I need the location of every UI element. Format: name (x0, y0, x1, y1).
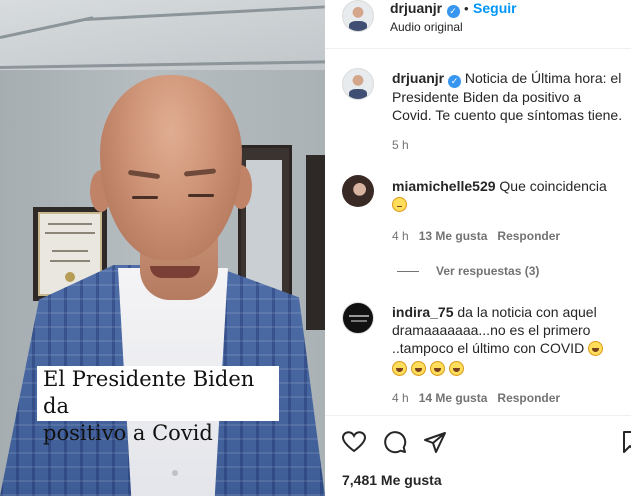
comment-likes[interactable]: 13 Me gusta (419, 229, 488, 243)
comment-text: da la noticia con aquel (457, 304, 597, 320)
shirt-button (172, 470, 178, 476)
comment-username[interactable]: miamichelle529 (392, 178, 496, 194)
comment-meta: 4 h 13 Me gusta Responder (392, 229, 560, 243)
caption-line: positivo a Covid (43, 421, 213, 445)
laughing-emoji-icon (429, 361, 445, 376)
presenter-head (100, 75, 242, 260)
comment-time[interactable]: 4 h (392, 229, 409, 243)
comment-text: ..tampoco el último con COVID (392, 340, 585, 356)
comment-item: miamichelle529 Que coincidencia (392, 177, 624, 213)
post-timestamp[interactable]: 5 h (392, 138, 409, 152)
laughing-emoji-icon (392, 361, 407, 376)
closed-eye (132, 196, 158, 199)
comment-username[interactable]: indira_75 (392, 304, 453, 320)
paper-plane-icon[interactable] (423, 430, 447, 454)
reply-button[interactable]: Responder (497, 391, 560, 405)
comment-text: Que coincidencia (499, 178, 607, 194)
author-username[interactable]: drjuanjr (390, 0, 442, 16)
post-header: drjuanjr ✓ • Seguir Audio original (325, 0, 631, 48)
comment-icon[interactable] (383, 430, 407, 454)
author-avatar[interactable] (342, 0, 374, 32)
picture-frame-edge (306, 155, 325, 330)
caption-line: El Presidente Biden da (43, 367, 255, 418)
bookmark-icon[interactable] (623, 431, 631, 453)
replies-line (397, 271, 419, 272)
audio-link[interactable]: Audio original (390, 20, 463, 34)
verified-badge-icon: ✓ (448, 75, 462, 88)
laughing-emoji-icon (588, 341, 604, 356)
reel-video[interactable]: El Presidente Biden da positivo a Covid (0, 0, 325, 496)
reply-button[interactable]: Responder (497, 229, 560, 243)
mouth (150, 266, 200, 278)
comment-meta: 4 h 14 Me gusta Responder (392, 391, 560, 405)
commenter-avatar[interactable] (342, 302, 374, 334)
separator-dot: • (464, 1, 469, 16)
diploma-text-line (45, 232, 95, 234)
comment-time[interactable]: 4 h (392, 391, 409, 405)
laughing-emoji-icon (410, 361, 426, 376)
video-caption: El Presidente Biden da positivo a Covid (43, 366, 279, 447)
diploma-seal (65, 272, 75, 282)
closed-eye (188, 194, 214, 197)
view-replies-button[interactable]: Ver respuestas (3) (436, 264, 539, 278)
likes-count[interactable]: 7,481 Me gusta (342, 472, 442, 488)
follow-button[interactable]: Seguir (473, 0, 517, 16)
verified-badge-icon: ✓ (446, 5, 460, 18)
comment-text: dramaaaaaaa...no es el primero (392, 322, 591, 338)
rolling-eyes-emoji-icon (392, 197, 407, 212)
post-caption: drjuanjr ✓ Noticia de Última hora: el Pr… (392, 69, 624, 124)
post-author-username[interactable]: drjuanjr (392, 70, 444, 86)
heart-icon[interactable] (342, 431, 366, 453)
comment-likes[interactable]: 14 Me gusta (419, 391, 488, 405)
diploma-text-line (52, 250, 88, 252)
header-divider (325, 48, 631, 49)
diploma-text-line (48, 223, 92, 225)
actions-divider (325, 415, 631, 416)
commenter-avatar[interactable] (342, 175, 374, 207)
header-user-row: drjuanjr ✓ • Seguir (390, 0, 517, 18)
comment-item: indira_75 da la noticia con aquel dramaa… (392, 303, 631, 377)
post-side-panel: drjuanjr ✓ • Seguir Audio original drjua… (325, 0, 631, 496)
post-author-avatar[interactable] (342, 68, 374, 100)
laughing-emoji-icon (448, 361, 464, 376)
diploma-text-line (50, 260, 90, 262)
